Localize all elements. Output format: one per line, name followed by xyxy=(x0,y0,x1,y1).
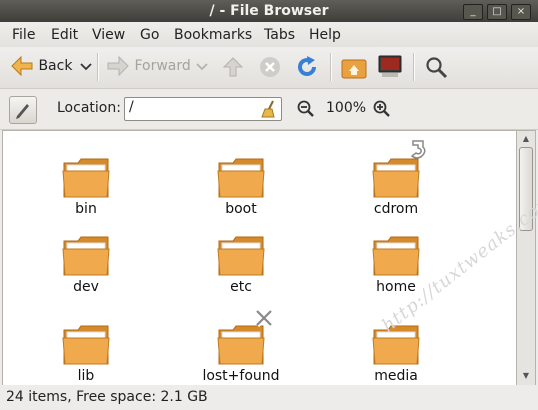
folder-icon xyxy=(62,236,110,276)
minimize-button[interactable]: _ xyxy=(463,4,483,20)
close-button[interactable]: × xyxy=(511,4,531,20)
location-bar: Location: / 100% xyxy=(0,89,538,130)
forward-arrow-icon xyxy=(107,55,129,77)
menu-view[interactable]: View xyxy=(92,27,125,43)
status-bar: 24 items, Free space: 2.1 GB xyxy=(0,385,538,410)
file-browser-window: / - File Browser _ □ × File Edit View Go… xyxy=(0,0,538,410)
folder-item[interactable]: dev xyxy=(46,235,126,295)
zoom-in-button[interactable] xyxy=(373,100,391,122)
icon-view[interactable]: bin boot cdrom dev etc home lib lost+fou… xyxy=(2,130,517,386)
zoom-level[interactable]: 100% xyxy=(326,100,366,116)
search-button[interactable] xyxy=(425,56,449,84)
folder-item[interactable]: etc xyxy=(201,235,281,295)
menu-go[interactable]: Go xyxy=(140,27,159,43)
folder-icon xyxy=(62,325,110,365)
toggle-location-button[interactable] xyxy=(9,96,37,124)
toolbar-separator xyxy=(97,53,99,81)
folder-icon xyxy=(217,236,265,276)
forward-button[interactable]: Forward xyxy=(106,55,191,77)
maximize-button[interactable]: □ xyxy=(487,4,507,20)
folder-item[interactable]: lost+found xyxy=(201,324,281,384)
stop-icon xyxy=(260,57,280,77)
folder-label: boot xyxy=(225,201,257,217)
computer-icon xyxy=(378,55,402,77)
location-value: / xyxy=(129,99,134,115)
home-button[interactable] xyxy=(341,55,367,83)
stop-button[interactable] xyxy=(259,56,281,82)
home-folder-icon xyxy=(341,59,367,79)
up-button[interactable] xyxy=(222,56,244,82)
folder-icon xyxy=(372,158,420,198)
menu-bookmarks[interactable]: Bookmarks xyxy=(174,27,252,43)
vertical-scrollbar[interactable]: ▲ ▼ xyxy=(516,130,536,386)
back-label: Back xyxy=(38,58,73,74)
window-title: / - File Browser xyxy=(209,3,329,19)
folder-item[interactable]: media xyxy=(356,324,436,384)
menu-help[interactable]: Help xyxy=(309,27,341,43)
toolbar: Back Forward xyxy=(0,47,538,89)
clear-broom-icon[interactable] xyxy=(261,100,277,118)
forward-history-dropdown[interactable] xyxy=(196,60,208,76)
scroll-up-icon[interactable]: ▲ xyxy=(521,134,531,143)
symlink-emblem-icon xyxy=(410,140,426,159)
folder-label: media xyxy=(374,368,418,384)
menu-tabs[interactable]: Tabs xyxy=(264,27,295,43)
folder-label: bin xyxy=(75,201,97,217)
folder-icon xyxy=(62,158,110,198)
toolbar-separator xyxy=(330,53,332,81)
chevron-down-icon xyxy=(196,63,208,71)
menu-file[interactable]: File xyxy=(12,27,35,43)
scroll-down-icon[interactable]: ▼ xyxy=(521,371,531,380)
chevron-down-icon xyxy=(80,63,92,71)
reload-icon xyxy=(298,56,316,76)
folder-icon xyxy=(372,236,420,276)
location-input[interactable]: / xyxy=(124,97,282,121)
zoom-out-button[interactable] xyxy=(297,100,315,122)
folder-item[interactable]: bin xyxy=(46,157,126,217)
folder-label: lost+found xyxy=(202,368,280,384)
menu-bar: File Edit View Go Bookmarks Tabs Help xyxy=(0,22,538,47)
zoom-out-icon xyxy=(297,100,314,117)
zoom-in-icon xyxy=(373,100,390,117)
back-arrow-icon xyxy=(11,55,33,77)
forward-label: Forward xyxy=(134,58,191,74)
status-text: 24 items, Free space: 2.1 GB xyxy=(6,389,208,405)
toolbar-separator xyxy=(413,53,415,81)
folder-label: dev xyxy=(73,279,99,295)
folder-item[interactable]: boot xyxy=(201,157,281,217)
up-arrow-icon xyxy=(222,57,244,77)
back-button[interactable]: Back xyxy=(10,55,72,77)
back-history-dropdown[interactable] xyxy=(80,60,92,76)
title-bar: / - File Browser _ □ × xyxy=(0,0,538,22)
menu-edit[interactable]: Edit xyxy=(51,27,78,43)
pencil-icon xyxy=(16,104,29,119)
folder-icon xyxy=(217,158,265,198)
folder-label: lib xyxy=(77,368,95,384)
reload-button[interactable] xyxy=(295,55,319,83)
folder-icon xyxy=(217,325,265,365)
computer-button[interactable] xyxy=(377,55,403,83)
location-label: Location: xyxy=(57,100,121,116)
folder-item[interactable]: lib xyxy=(46,324,126,384)
folder-item[interactable]: cdrom xyxy=(356,157,436,217)
search-icon xyxy=(426,57,448,79)
folder-label: cdrom xyxy=(373,201,419,217)
folder-label: etc xyxy=(230,279,252,295)
unreadable-emblem-icon xyxy=(254,308,274,328)
